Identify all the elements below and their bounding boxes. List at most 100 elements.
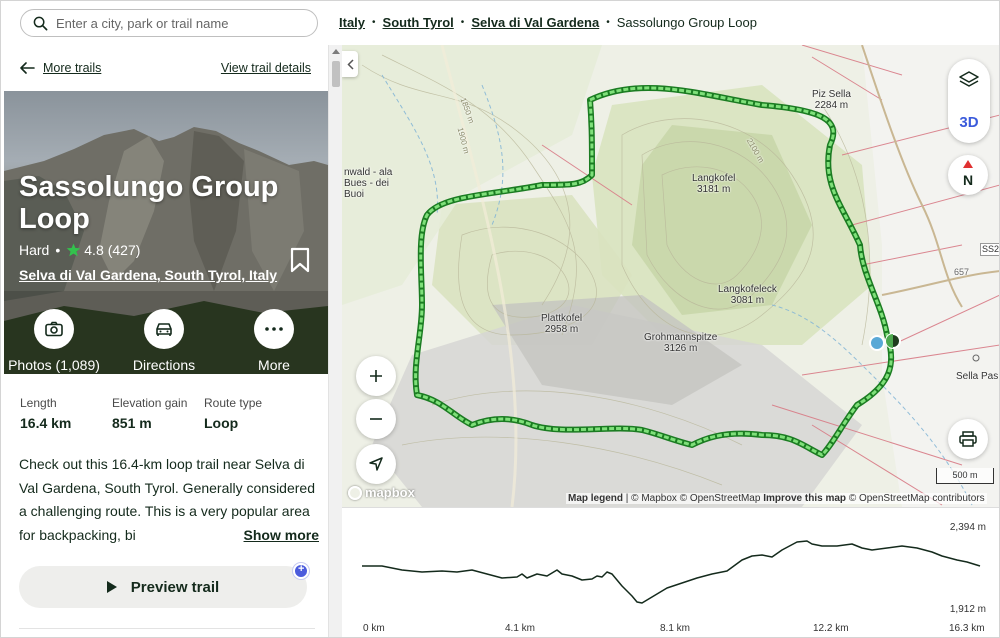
map-layer-controls: 3D [948, 59, 990, 143]
breadcrumb-separator: • [372, 17, 376, 28]
elevation-profile[interactable]: 2,394 m 1,912 m 0 km 4.1 km 8.1 km 12.2 … [342, 507, 999, 637]
layers-button[interactable] [948, 59, 990, 101]
map-legend-link[interactable]: Map legend [568, 493, 623, 504]
stat-label: Elevation gain [112, 396, 188, 410]
directions-button[interactable]: Directions [124, 309, 204, 373]
car-icon [156, 323, 172, 336]
elevation-x-tick: 4.1 km [505, 623, 536, 634]
breadcrumb: Italy • South Tyrol • Selva di Val Garde… [339, 15, 757, 30]
peak-elevation: 3126 m [664, 343, 698, 354]
peak-elevation: 2284 m [814, 100, 849, 111]
top-bar: Italy • South Tyrol • Selva di Val Garde… [1, 1, 999, 45]
more-button[interactable]: More [236, 309, 312, 373]
improve-map-link[interactable]: Improve this map [763, 493, 846, 504]
peak-elevation: 3181 m [697, 184, 731, 195]
minus-icon [370, 418, 382, 420]
mapbox-logo-text: mapbox [365, 485, 415, 500]
trail-start-marker [869, 335, 885, 351]
elevation-line [362, 540, 981, 604]
mapbox-logo-icon [348, 485, 362, 500]
breadcrumb-separator: • [460, 17, 465, 28]
directions-circle [144, 309, 184, 349]
trail-location-link[interactable]: Selva di Val Gardena, South Tyrol, Italy [19, 267, 277, 283]
scroll-up-icon[interactable] [332, 49, 340, 54]
breadcrumb-separator: • [606, 17, 610, 28]
compass-button[interactable]: N [948, 155, 988, 195]
camera-icon [45, 321, 63, 337]
arrow-left-icon [20, 62, 35, 74]
attribution-osm-contributors[interactable]: © OpenStreetMap contributors [849, 493, 985, 504]
map-label-langkofeleck: Langkofeleck 3081 m [718, 284, 777, 306]
app-root: Italy • South Tyrol • Selva di Val Garde… [0, 0, 1000, 638]
stat-label: Length [20, 396, 57, 410]
chevron-left-icon [346, 58, 354, 70]
more-dots-icon [265, 327, 283, 331]
stat-route-type: Route type Loop [204, 396, 284, 431]
mapbox-logo[interactable]: mapbox [348, 485, 415, 500]
trail-description: Check out this 16.4-km loop trail near S… [19, 453, 319, 547]
locate-me-button[interactable] [356, 444, 396, 484]
search-input[interactable] [56, 15, 306, 31]
elevation-x-tick: 8.1 km [660, 623, 691, 634]
breadcrumb-south-tyrol[interactable]: South Tyrol [383, 15, 454, 30]
divider [19, 628, 315, 629]
stat-label: Route type [204, 396, 263, 410]
peak-name: Plattkofel [541, 313, 583, 324]
star-icon [66, 243, 81, 257]
review-count: (427) [107, 242, 141, 258]
breadcrumb-selva[interactable]: Selva di Val Gardena [471, 15, 599, 30]
rating-value: 4.8 [84, 242, 104, 258]
peak-name: Langkofeleck [718, 284, 777, 295]
trail-hero: Sassolungo Group Loop Hard • 4.8 (427) S… [4, 91, 328, 374]
stat-length: Length 16.4 km [20, 396, 88, 431]
peak-elevation: 2958 m [544, 324, 579, 335]
map-label-sella-pass: Sella Pas [956, 371, 999, 382]
zoom-in-button[interactable] [356, 356, 396, 396]
preview-trail-button[interactable]: Preview trail [19, 566, 307, 608]
map-road-ss: SS2 [980, 243, 1000, 256]
breadcrumb-current: Sassolungo Group Loop [616, 15, 757, 30]
navigation-arrow-icon [369, 457, 383, 471]
more-trails-label: More trails [43, 61, 102, 75]
peak-name: Grohmannspitze [644, 332, 718, 343]
trail-panel: More trails View trail details Sassolung… [4, 45, 328, 637]
map-label-plattkofel: Plattkofel 2958 m [541, 313, 582, 335]
search-box[interactable] [20, 9, 318, 37]
peak-name: Langkofel [692, 173, 736, 184]
trail-map[interactable]: Piz Sella 2284 m Langkofel 3181 m Langkofe… [342, 45, 1000, 507]
elevation-x-tick: 16.3 km [949, 623, 985, 634]
peak-name: Piz Sella [812, 89, 851, 100]
collapse-panel-button[interactable] [342, 51, 358, 77]
panel-nav: More trails View trail details [4, 45, 328, 91]
3d-toggle-button[interactable]: 3D [948, 101, 990, 143]
plus-badge-icon [293, 563, 309, 579]
zoom-out-button[interactable] [356, 399, 396, 439]
attribution-mapbox[interactable]: © Mapbox [631, 493, 677, 504]
view-trail-details-link[interactable]: View trail details [221, 61, 311, 75]
stat-value: 851 m [112, 415, 152, 431]
directions-label: Directions [132, 357, 196, 373]
layers-icon [959, 71, 979, 87]
more-trails-link[interactable]: More trails [20, 61, 101, 75]
stat-value: 16.4 km [20, 415, 72, 431]
show-more-button[interactable]: Show more [219, 523, 319, 547]
panel-scrollbar[interactable] [328, 45, 342, 637]
elevation-chart [362, 540, 981, 604]
breadcrumb-italy[interactable]: Italy [339, 15, 365, 30]
stat-value: Loop [204, 415, 239, 431]
more-circle [254, 309, 294, 349]
scrollbar-thumb[interactable] [332, 61, 340, 87]
photos-button[interactable]: Photos (1,089) [4, 309, 104, 373]
elevation-y-min: 1,912 m [949, 604, 986, 615]
trail-stats: Length 16.4 km Elevation gain 851 m Rout… [20, 396, 308, 431]
stat-elevation: Elevation gain 851 m [112, 396, 188, 431]
meta-separator: • [55, 242, 61, 258]
bookmark-button[interactable] [290, 247, 310, 278]
print-button[interactable] [948, 419, 988, 459]
compass-letter: N [963, 172, 973, 188]
trail-meta: Hard • 4.8 (427) [19, 242, 140, 258]
elevation-x-tick: 0 km [363, 623, 385, 634]
printer-icon [959, 431, 977, 447]
attribution-osm[interactable]: © OpenStreetMap [680, 493, 761, 504]
search-icon [33, 16, 48, 30]
